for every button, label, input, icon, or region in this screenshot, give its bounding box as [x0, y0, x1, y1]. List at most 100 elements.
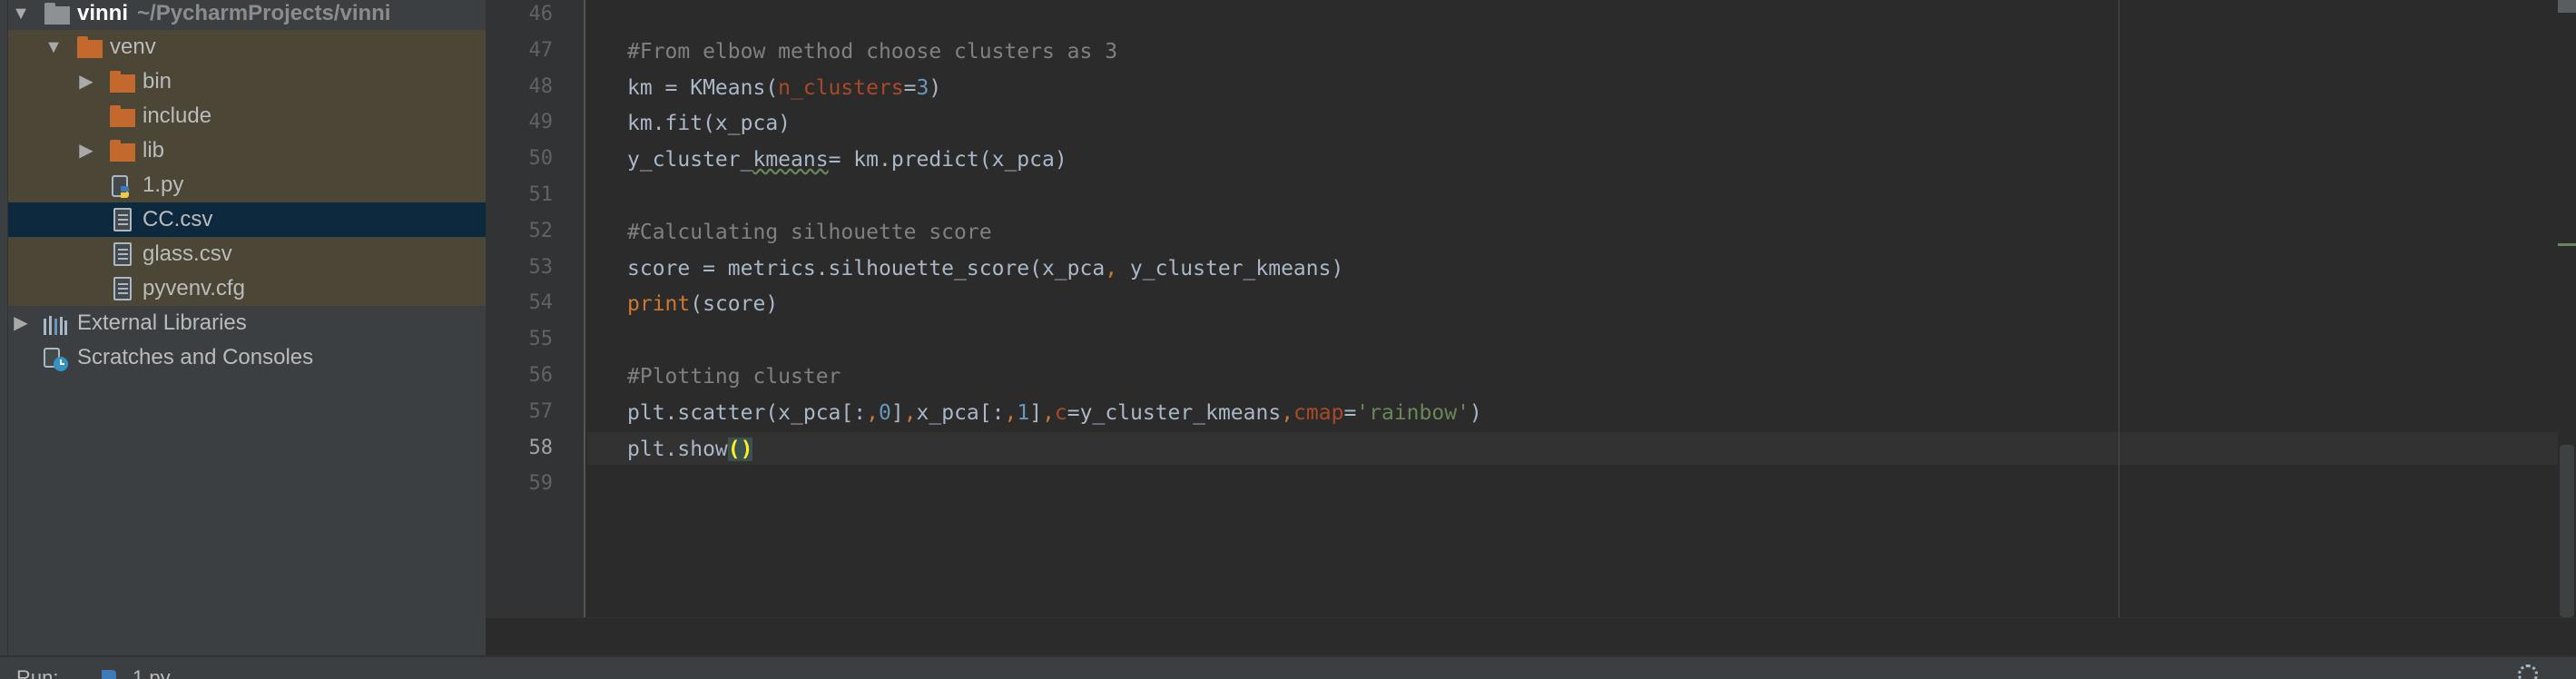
line-number: 46 [528, 3, 554, 25]
code-line[interactable]: km.fit(x_pca) [627, 107, 791, 140]
expand-arrow-icon[interactable]: ▼ [44, 30, 63, 64]
tree-item-label: pyvenv.cfg [143, 276, 245, 300]
tree-item-cc-csv[interactable]: CC.csv [8, 202, 486, 237]
code-token: x_pca[: [916, 400, 1005, 425]
code-line[interactable]: y_cluster_kmeans= km.predict(x_pca) [627, 143, 1067, 176]
code-token: ) [929, 75, 942, 100]
code-line[interactable]: #Calculating silhouette score [627, 216, 992, 249]
tree-item-external-libraries[interactable]: ▶ External Libraries [8, 306, 486, 340]
code-token: , [1105, 256, 1118, 280]
code-token: , [1281, 400, 1294, 425]
collapse-arrow-icon[interactable]: ▶ [77, 133, 95, 168]
python-file-icon [110, 175, 133, 198]
folder-icon [44, 3, 70, 25]
code-line[interactable]: #From elbow method choose clusters as 3 [627, 35, 1117, 68]
code-token: 'rainbow' [1356, 400, 1470, 425]
error-stripe-marker[interactable] [2558, 0, 2576, 13]
code-line[interactable]: score = metrics.silhouette_score(x_pca, … [627, 252, 1343, 285]
tree-item-label: Scratches and Consoles [77, 345, 314, 369]
tree-item-lib[interactable]: ▶ lib [8, 133, 486, 168]
collapse-arrow-icon[interactable]: ▶ [77, 64, 95, 99]
tree-item-bin[interactable]: ▶ bin [8, 64, 486, 99]
tree-item-1-py[interactable]: 1.py [8, 168, 486, 202]
project-tool-window: ▼ vinni ~/PycharmProjects/vinni ▼ venv ▶ … [0, 0, 486, 655]
text-file-icon [113, 208, 132, 231]
expand-arrow-icon[interactable]: ▼ [12, 0, 30, 31]
tree-item-label: External Libraries [77, 310, 247, 335]
code-token: , [1004, 400, 1018, 425]
tree-item-scratches-consoles[interactable]: Scratches and Consoles [8, 340, 486, 375]
line-number: 48 [528, 74, 554, 98]
gear-icon[interactable] [2518, 664, 2538, 679]
code-token: (score) [690, 292, 779, 317]
line-number: 55 [528, 328, 554, 351]
code-token: #Calculating silhouette score [627, 220, 992, 244]
code-token: = [903, 75, 917, 100]
folder-icon [110, 140, 135, 162]
code-token: kmeans [752, 148, 829, 172]
code-token: y_cluster_kmeans) [1117, 256, 1344, 280]
code-line[interactable]: #Plotting cluster [627, 360, 841, 393]
collapse-arrow-icon[interactable]: ▶ [12, 306, 30, 340]
code-token: ] [1029, 400, 1043, 425]
line-number-gutter[interactable]: 46 47 48 49 50 51 52 53 54 55 56 57 58 59 [486, 0, 585, 617]
tree-item-label: glass.csv [143, 241, 232, 266]
tree-item-label: venv [110, 34, 156, 59]
line-number: 59 [528, 472, 554, 496]
tree-item-include[interactable]: include [8, 99, 486, 133]
code-text-area[interactable]: #From elbow method choose clusters as 3 k… [587, 0, 2576, 617]
text-file-icon [113, 277, 132, 300]
code-token: 0 [878, 400, 891, 425]
code-token: plt.scatter(x_pca[: [627, 400, 867, 425]
tree-item-label: include [143, 103, 212, 128]
code-token: = km.predict(x_pca) [828, 148, 1067, 172]
folder-icon [110, 105, 135, 127]
code-editor[interactable]: 46 47 48 49 50 51 52 53 54 55 56 57 58 59 #From elbow… [486, 0, 2576, 655]
code-token: , [1042, 400, 1055, 425]
python-run-icon [98, 666, 122, 679]
run-tool-window-bar: Run: 1.py [0, 655, 2576, 679]
code-line[interactable]: print(score) [627, 288, 778, 320]
code-token: y_cluster_ [627, 148, 753, 172]
code-token: #Plotting cluster [627, 365, 841, 389]
code-token: km.fit(x_pca) [627, 112, 791, 136]
run-config-name[interactable]: 1.py [133, 666, 171, 679]
tree-root-vinni[interactable]: ▼ vinni ~/PycharmProjects/vinni [8, 0, 486, 31]
line-number: 50 [528, 147, 554, 171]
run-tab-label[interactable]: Run: [16, 666, 58, 679]
tree-item-venv[interactable]: ▼ venv [8, 30, 486, 64]
code-line[interactable]: plt.show() [627, 433, 753, 466]
code-token: score = metrics.silhouette_score(x_pca [627, 256, 1106, 280]
change-marker[interactable] [2558, 243, 2576, 246]
line-number: 51 [528, 183, 554, 206]
editor-scrollbar[interactable] [2558, 0, 2576, 617]
tree-item-pyvenv-cfg[interactable]: pyvenv.cfg [8, 271, 486, 306]
scrollbar-thumb[interactable] [2560, 445, 2574, 617]
code-token: =y_cluster_kmeans [1067, 400, 1282, 425]
tool-window-stripe[interactable] [0, 0, 8, 655]
tree-item-glass-csv[interactable]: glass.csv [8, 237, 486, 271]
code-token: 1 [1017, 400, 1030, 425]
tree-item-label: bin [143, 69, 172, 93]
editor-bottom-area [486, 617, 2576, 655]
library-icon [43, 313, 67, 335]
code-token: cmap [1293, 400, 1344, 425]
code-line[interactable]: plt.scatter(x_pca[:,0],x_pca[:,1],c=y_cl… [627, 397, 1482, 429]
line-number: 57 [528, 399, 554, 423]
tree-item-label: lib [143, 138, 165, 162]
code-token: = [1343, 400, 1357, 425]
code-line[interactable]: km = KMeans(n_clusters=3) [627, 72, 941, 104]
code-token: ) [1469, 400, 1482, 425]
tree-item-label: CC.csv [143, 207, 213, 231]
code-token: , [866, 400, 879, 425]
line-number: 52 [528, 219, 554, 242]
code-token: km = KMeans( [627, 75, 779, 100]
line-number: 54 [528, 291, 554, 315]
scratches-icon [43, 348, 68, 371]
code-token: print [627, 292, 691, 317]
line-number: 53 [528, 255, 554, 279]
tree-root-label: vinni [77, 1, 129, 25]
pycharm-window: ▼ vinni ~/PycharmProjects/vinni ▼ venv ▶ … [0, 0, 2576, 679]
code-token: () [727, 437, 753, 461]
line-number: 56 [528, 364, 554, 387]
